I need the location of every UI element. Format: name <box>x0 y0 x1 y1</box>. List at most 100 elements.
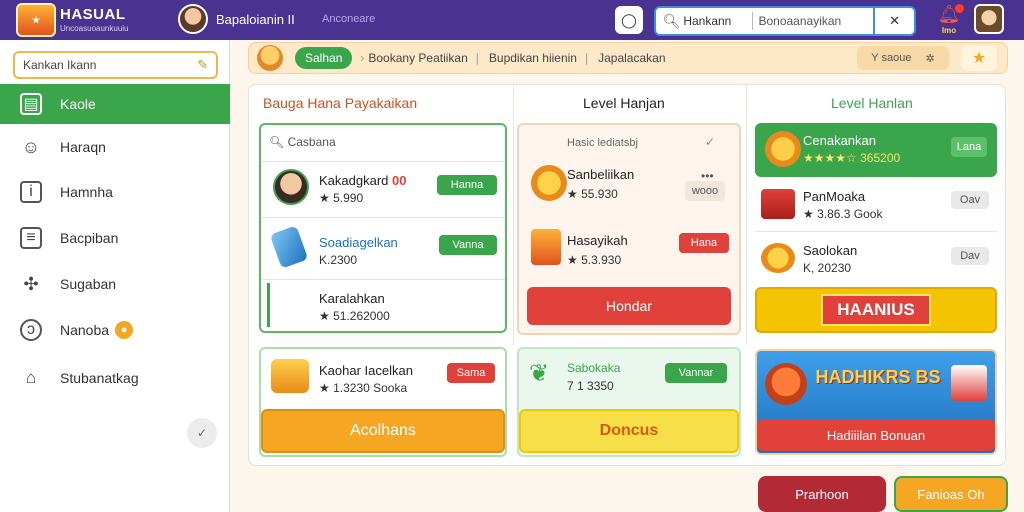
level-item-name: Sanbeliikan <box>567 167 635 182</box>
reward-name: Kaohar Iacelkan <box>319 363 413 378</box>
sidebar-item-kaole[interactable]: ▤ Kaole <box>0 84 230 124</box>
breadcrumb-item[interactable]: Bookany Peatiikan <box>368 51 467 65</box>
promo-button[interactable]: Hadiiilan Bonuan <box>757 419 995 451</box>
row-divider <box>755 231 997 232</box>
coin-icon <box>761 243 795 273</box>
settings-icon: ✲ <box>925 52 935 65</box>
promo-card: HADHIKRS BS Hadiiilan Bonuan <box>755 349 997 455</box>
leader-row[interactable]: Cenakankan ★★★★☆ 365200 Lana <box>755 123 997 177</box>
list-item-value: ★ 51.262000 <box>319 309 390 323</box>
sidebar-item-label: Stubanatkag <box>60 370 139 386</box>
list-item-value: K.2300 <box>319 253 358 267</box>
notification-badge <box>955 4 964 13</box>
breadcrumb-item[interactable]: Bupdikan hiienin <box>489 51 577 65</box>
level-item-value: ★ 55.930 <box>567 187 618 201</box>
bear-icon <box>765 131 801 167</box>
collapse-sidebar-button[interactable]: ✓ <box>187 418 217 448</box>
bonus-value: 7 1 3350 <box>567 379 614 393</box>
check-icon[interactable]: ✓ <box>705 135 715 149</box>
sidebar-item-hamnha[interactable]: i Hamnha <box>0 172 230 212</box>
bonus-name: Sabokaka <box>567 361 621 375</box>
bonus-item-button[interactable]: Vannar <box>665 363 727 383</box>
list-item-value: ★ 5.990 <box>319 191 364 205</box>
search-icon: 🔍︎ <box>269 135 285 149</box>
sidebar-item-sugaban[interactable]: ✣ Sugaban <box>0 264 230 304</box>
promo-title: HADHIKRS BS <box>815 367 941 387</box>
leader-value: ★ 3.86.3 Gook <box>803 207 883 221</box>
sidebar-item-nanoba[interactable]: ɔ Nanoba ● <box>0 310 230 350</box>
column-title: Level Hanlan <box>831 95 913 111</box>
acolhans-button[interactable]: Acolhans <box>261 409 505 453</box>
level-item-button[interactable]: wooo <box>685 181 725 201</box>
doncus-button[interactable]: Doncus <box>519 409 739 453</box>
user-avatar[interactable] <box>178 4 208 34</box>
sidebar: Kankan Ikann ✎ ▤ Kaole ☺ Haraqn i Hamnha… <box>0 40 230 512</box>
coin-badge-icon: ● <box>115 321 134 339</box>
sidebar-item-label: Bacpiban <box>60 230 119 246</box>
breadcrumb-item[interactable]: Japalacakan <box>598 51 665 65</box>
drop-icon: ◯ <box>621 11 637 28</box>
row-divider <box>261 279 505 280</box>
coin-icon <box>531 165 567 201</box>
level-card-header: Hasic lediatsbj <box>567 137 638 149</box>
reward-button[interactable]: Sama <box>447 363 495 383</box>
profile-avatar[interactable] <box>974 4 1004 34</box>
edit-icon[interactable]: ✎ <box>197 57 208 73</box>
list-search[interactable]: 🔍︎ Casbana <box>269 135 336 149</box>
reward-value: ★ 1.3230 Sooka <box>319 381 408 395</box>
sidebar-item-label: Hamnha <box>60 184 113 200</box>
palm-icon: ❦ <box>529 360 550 387</box>
leader-value: K, 20230 <box>803 261 852 275</box>
leader-button[interactable]: Oav <box>951 191 989 209</box>
document-icon: ≡ <box>20 227 42 249</box>
sidebar-item-bacpiban[interactable]: ≡ Bacpiban <box>0 218 230 258</box>
sidebar-item-label: Kaole <box>60 96 96 112</box>
level-card: Hasic lediatsbj ✓ Sanbeliikan ★ 55.930 w… <box>517 123 741 335</box>
filter-chip[interactable]: Y saoue ✲ <box>857 46 949 70</box>
prarhoon-button[interactable]: Prarhoon <box>758 476 886 512</box>
list-item-button[interactable]: Vanna <box>439 235 497 255</box>
leader-button[interactable]: Lana <box>951 137 987 157</box>
level-item-name: Hasayikah <box>567 233 628 248</box>
sidebar-item-label: Sugaban <box>60 276 117 292</box>
sidebar-item-label: Nanoba <box>60 322 110 338</box>
book-icon: ▤ <box>20 93 42 115</box>
sidebar-search-value: Kankan Ikann <box>23 58 97 72</box>
drop-icon-button[interactable]: ◯ <box>615 6 643 34</box>
leader-name: Saolokan <box>803 243 858 258</box>
pot-icon <box>257 45 283 71</box>
column-title: Bauga Hana Payakaikan <box>263 95 418 111</box>
player-avatar <box>273 169 309 205</box>
sidebar-item-haraqn[interactable]: ☺ Haraqn <box>0 127 230 167</box>
list-item-name-text: Kakadgkard <box>319 173 389 188</box>
level-item-value: ★ 5.3.930 <box>567 253 622 267</box>
sidebar-search-input[interactable]: Kankan Ikann ✎ <box>13 51 218 79</box>
hondar-button[interactable]: Hondar <box>527 287 731 325</box>
circle-icon: ɔ <box>20 319 42 341</box>
leader-button[interactable]: Dav <box>951 247 989 265</box>
clear-search-button[interactable]: ✕ <box>873 8 914 34</box>
column-divider <box>513 85 514 345</box>
breadcrumb-home[interactable]: Salhan <box>295 47 353 69</box>
breadcrumb-separator: › <box>360 51 365 65</box>
search-placeholder[interactable]: Bonoaanayikan <box>758 14 873 28</box>
column-title: Level Hanjan <box>583 95 665 111</box>
user-name: Bapaloianin II <box>216 12 295 27</box>
search-bar[interactable]: 🔍︎ Hankann Bonoaanayikan ✕ <box>654 6 916 36</box>
top-bar: ★ HASUAL Uncoasuoaunkuuiu Bapaloianin II… <box>0 0 1024 40</box>
haanius-banner[interactable]: HAANIUS <box>755 287 997 333</box>
level-item-button[interactable]: Hana <box>679 233 729 253</box>
fanioas-button[interactable]: Fanioas Oh <box>894 476 1008 512</box>
list-item-button[interactable]: Hanna <box>437 175 497 195</box>
user-status: Anconeare <box>322 13 376 25</box>
breadcrumb: Salhan › Bookany Peatiikan | Bupdikan hi… <box>248 42 1008 74</box>
more-icon[interactable]: ••• <box>701 169 714 183</box>
haanius-banner-label: HAANIUS <box>821 294 931 326</box>
chest-icon <box>271 359 309 393</box>
notification-label: Imo <box>941 26 957 35</box>
favorite-button[interactable]: ★ <box>961 45 997 71</box>
sidebar-item-stubanatkag[interactable]: ⌂ Stubanatkag <box>0 358 230 398</box>
game-logo[interactable]: ★ <box>16 3 56 37</box>
search-input[interactable]: Hankann <box>683 14 745 28</box>
brand-title: HASUAL <box>60 6 126 23</box>
